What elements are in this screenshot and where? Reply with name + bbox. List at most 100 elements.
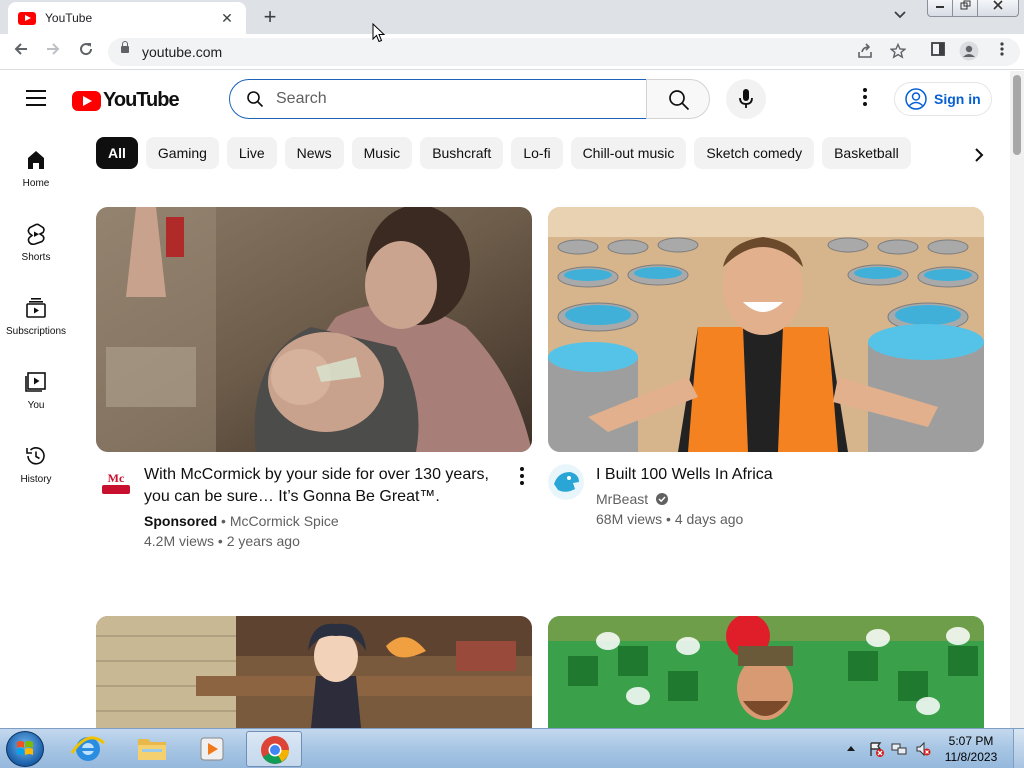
microphone-icon [739,89,753,108]
guide-label-you: You [27,400,45,411]
chrome-icon [261,736,289,764]
side-panel-icon[interactable] [927,41,949,63]
chip-bushcraft[interactable]: Bushcraft [420,137,504,169]
new-tab-button[interactable]: + [258,4,282,30]
guide-label-history: History [20,474,52,485]
you-library-icon [25,372,46,392]
video-thumbnail-mrbeast-wells[interactable] [548,207,984,452]
thumbnail-image [548,207,984,452]
windows-logo-icon [17,741,33,755]
mouse-cursor-icon [372,23,386,43]
sign-in-label: Sign in [934,91,981,107]
chip-sketch-comedy[interactable]: Sketch comedy [694,137,815,169]
reload-button[interactable] [75,41,97,63]
browser-toolbar: youtube.com [0,34,1024,70]
tab-title: YouTube [45,11,93,25]
guide-label-home: Home [22,178,50,189]
video-thumbnail-mccormick[interactable] [96,207,532,452]
video-more-actions-icon[interactable] [518,467,526,487]
video-title-mrbeast[interactable]: I Built 100 Wells In Africa [596,464,956,486]
search-button[interactable] [646,79,710,119]
youtube-logo-text: YouTube [103,89,180,111]
window-close-button[interactable] [977,0,1019,17]
guide-item-history[interactable]: History [0,432,72,494]
back-button[interactable] [10,41,32,63]
view-count: 68M views [596,511,663,527]
volume-muted-icon[interactable] [915,741,931,757]
browser-tab-youtube[interactable]: YouTube ✕ [8,2,246,34]
action-center-flag-icon[interactable] [868,741,884,757]
window-restore-button[interactable] [952,0,978,17]
video-title-line-2: you can be sure… It’s Gonna Be Great™. [144,488,440,505]
thumbnail-image [548,616,984,728]
share-icon[interactable] [857,43,873,63]
start-button[interactable] [6,731,44,767]
home-icon [28,151,44,169]
channel-avatar-mccormick[interactable]: Mc [98,466,134,502]
guide-label-subscriptions: Subscriptions [5,326,67,337]
video-title-mccormick[interactable]: With McCormick by your side for over 130… [144,464,504,508]
thumbnail-image [96,616,532,728]
chip-music[interactable]: Music [351,137,413,169]
taskbar-google-chrome[interactable] [246,731,302,767]
forward-button[interactable] [42,41,64,63]
settings-more-icon[interactable] [855,88,875,110]
video-thumbnail-crowd[interactable] [548,616,984,728]
browser-menu-icon[interactable] [991,41,1013,63]
tab-close-button[interactable]: ✕ [218,10,236,27]
guide-item-subscriptions[interactable]: Subscriptions [0,284,72,346]
guide-menu-icon[interactable] [26,90,46,106]
window-minimize-button[interactable] [927,0,953,17]
video-thumbnail-anime[interactable] [96,616,532,728]
mrbeast-logo-icon [548,464,584,500]
chip-basketball[interactable]: Basketball [822,137,911,169]
taskbar-clock[interactable]: 5:07 PM 11/8/2023 [935,733,1007,765]
subscriptions-icon [26,298,46,318]
taskbar-internet-explorer[interactable] [60,731,116,767]
verified-badge-icon [656,493,669,505]
taskbar-file-explorer[interactable] [124,731,180,767]
chip-news[interactable]: News [284,137,344,169]
internet-explorer-icon [70,736,105,761]
windows-taskbar: 5:07 PM 11/8/2023 [0,728,1024,768]
youtube-favicon-icon [18,11,36,25]
history-icon [26,447,45,465]
search-box[interactable] [229,79,647,119]
guide-item-home[interactable]: Home [0,136,72,198]
folder-icon [138,739,166,760]
search-icon [246,90,264,113]
address-bar[interactable]: youtube.com [108,38,1020,66]
chip-live[interactable]: Live [226,137,277,169]
chip-all[interactable]: All [96,137,138,169]
channel-name-mrbeast[interactable]: MrBeast [596,491,648,507]
channel-avatar-mrbeast[interactable] [548,464,584,500]
address-url[interactable]: youtube.com [142,44,222,60]
taskbar-media-player[interactable] [184,731,240,767]
tab-search-chevron-icon[interactable] [894,6,906,22]
search-input[interactable] [276,88,626,110]
profile-avatar-icon[interactable] [958,41,980,63]
show-desktop-button[interactable] [1013,729,1024,768]
sponsored-badge: Sponsored [144,513,218,529]
page-scrollbar[interactable] [1010,71,1024,728]
chip-lofi[interactable]: Lo-fi [511,137,563,169]
category-chip-bar: All Gaming Live News Music Bushcraft Lo-fi Chil… [96,137,970,171]
upload-age: 2 years ago [226,533,300,549]
sign-in-button[interactable]: Sign in [894,82,992,116]
voice-search-button[interactable] [726,79,766,119]
lock-icon[interactable] [121,41,129,53]
chip-gaming[interactable]: Gaming [145,137,219,169]
youtube-logo[interactable]: YouTube [72,89,180,112]
guide-item-you[interactable]: You [0,358,72,420]
chip-chill-out-music[interactable]: Chill-out music [570,137,687,169]
channel-name-mccormick[interactable]: McCormick Spice [230,513,339,529]
bookmark-star-icon[interactable] [889,42,907,63]
guide-label-shorts: Shorts [21,252,51,263]
page-scrollbar-thumb[interactable] [1013,75,1021,155]
tray-overflow-chevron-icon[interactable] [846,744,856,752]
clock-date: 11/8/2023 [944,750,998,764]
chip-next-chevron-icon[interactable] [966,142,992,168]
account-circle-icon [905,88,927,110]
guide-item-shorts[interactable]: Shorts [0,210,72,272]
network-icon[interactable] [891,741,907,757]
